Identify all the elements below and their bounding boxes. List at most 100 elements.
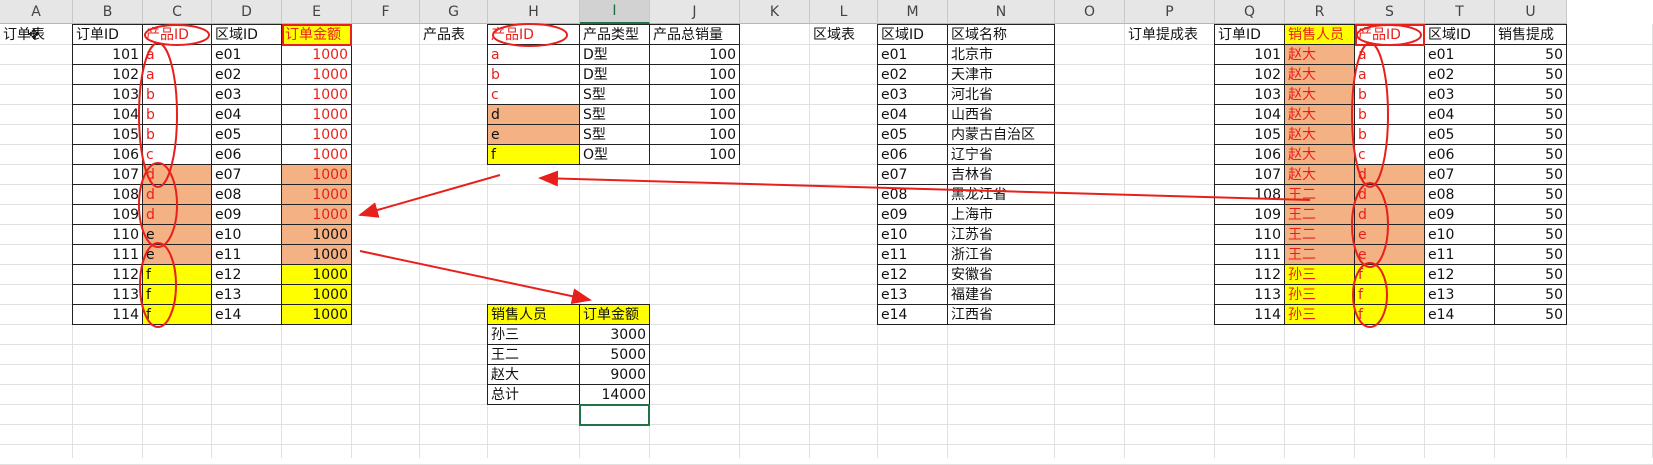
order-region-cell[interactable]: e01 bbox=[211, 44, 282, 65]
summary-amount-cell[interactable]: 14000 bbox=[579, 384, 650, 405]
commission-seller-cell[interactable]: 赵大 bbox=[1284, 44, 1355, 65]
product-type-cell[interactable]: D型 bbox=[579, 44, 650, 65]
region-id-cell[interactable]: e02 bbox=[877, 64, 948, 85]
commission-region-cell[interactable]: e01 bbox=[1424, 44, 1495, 65]
commission-table-header[interactable]: 区域ID bbox=[1424, 24, 1495, 45]
commission-order-id-cell[interactable]: 111 bbox=[1214, 244, 1285, 265]
region-id-cell[interactable]: e04 bbox=[877, 104, 948, 125]
commission-value-cell[interactable]: 50 bbox=[1494, 44, 1567, 65]
region-name-cell[interactable]: 黑龙江省 bbox=[947, 184, 1055, 205]
column-header-a[interactable]: A bbox=[0, 0, 73, 24]
order-amount-cell[interactable]: 1000 bbox=[281, 304, 352, 325]
commission-product-cell[interactable]: a bbox=[1354, 64, 1425, 85]
commission-seller-cell[interactable]: 赵大 bbox=[1284, 124, 1355, 145]
commission-value-cell[interactable]: 50 bbox=[1494, 304, 1567, 325]
commission-table-header[interactable]: 销售人员 bbox=[1284, 24, 1355, 45]
region-id-cell[interactable]: e06 bbox=[877, 144, 948, 165]
product-sales-cell[interactable]: 100 bbox=[649, 64, 740, 85]
commission-value-cell[interactable]: 50 bbox=[1494, 284, 1567, 305]
commission-region-cell[interactable]: e06 bbox=[1424, 144, 1495, 165]
commission-table-header[interactable]: 产品ID bbox=[1354, 24, 1425, 45]
order-product-cell[interactable]: b bbox=[142, 124, 212, 145]
product-type-cell[interactable]: S型 bbox=[579, 124, 650, 145]
order-product-cell[interactable]: a bbox=[142, 44, 212, 65]
order-region-cell[interactable]: e02 bbox=[211, 64, 282, 85]
commission-region-cell[interactable]: e05 bbox=[1424, 124, 1495, 145]
column-header-e[interactable]: E bbox=[282, 0, 352, 24]
order-region-cell[interactable]: e09 bbox=[211, 204, 282, 225]
region-name-cell[interactable]: 福建省 bbox=[947, 284, 1055, 305]
order-amount-cell[interactable]: 1000 bbox=[281, 64, 352, 85]
order-id-cell[interactable]: 106 bbox=[72, 144, 143, 165]
column-header-t[interactable]: T bbox=[1425, 0, 1495, 24]
product-table-header[interactable]: 产品总销量 bbox=[649, 24, 740, 45]
commission-order-id-cell[interactable]: 105 bbox=[1214, 124, 1285, 145]
order-product-cell[interactable]: f bbox=[142, 304, 212, 325]
commission-table-header[interactable]: 订单ID bbox=[1214, 24, 1285, 45]
commission-order-id-cell[interactable]: 108 bbox=[1214, 184, 1285, 205]
region-name-cell[interactable]: 辽宁省 bbox=[947, 144, 1055, 165]
order-table-header[interactable]: 产品ID bbox=[142, 24, 212, 45]
column-header-h[interactable]: H bbox=[488, 0, 580, 24]
order-amount-cell[interactable]: 1000 bbox=[281, 124, 352, 145]
column-header-g[interactable]: G bbox=[420, 0, 488, 24]
order-region-cell[interactable]: e14 bbox=[211, 304, 282, 325]
order-id-cell[interactable]: 111 bbox=[72, 244, 143, 265]
commission-region-cell[interactable]: e02 bbox=[1424, 64, 1495, 85]
commission-seller-cell[interactable]: 赵大 bbox=[1284, 164, 1355, 185]
order-id-cell[interactable]: 101 bbox=[72, 44, 143, 65]
order-product-cell[interactable]: b bbox=[142, 84, 212, 105]
commission-value-cell[interactable]: 50 bbox=[1494, 84, 1567, 105]
commission-product-cell[interactable]: c bbox=[1354, 144, 1425, 165]
order-amount-cell[interactable]: 1000 bbox=[281, 84, 352, 105]
commission-product-cell[interactable]: b bbox=[1354, 104, 1425, 125]
commission-value-cell[interactable]: 50 bbox=[1494, 104, 1567, 125]
order-table-header[interactable]: 订单ID bbox=[72, 24, 143, 45]
product-sales-cell[interactable]: 100 bbox=[649, 104, 740, 125]
product-table-title[interactable]: 产品表 bbox=[420, 25, 488, 45]
region-id-cell[interactable]: e14 bbox=[877, 304, 948, 325]
order-amount-cell[interactable]: 1000 bbox=[281, 104, 352, 125]
order-region-cell[interactable]: e05 bbox=[211, 124, 282, 145]
commission-region-cell[interactable]: e09 bbox=[1424, 204, 1495, 225]
commission-product-cell[interactable]: f bbox=[1354, 284, 1425, 305]
commission-seller-cell[interactable]: 王二 bbox=[1284, 184, 1355, 205]
summary-name-cell[interactable]: 总计 bbox=[487, 384, 580, 405]
region-id-cell[interactable]: e11 bbox=[877, 244, 948, 265]
order-id-cell[interactable]: 104 bbox=[72, 104, 143, 125]
order-region-cell[interactable]: e04 bbox=[211, 104, 282, 125]
commission-order-id-cell[interactable]: 114 bbox=[1214, 304, 1285, 325]
region-name-cell[interactable]: 河北省 bbox=[947, 84, 1055, 105]
summary-amount-cell[interactable]: 5000 bbox=[579, 344, 650, 365]
product-type-cell[interactable]: D型 bbox=[579, 64, 650, 85]
column-header-n[interactable]: N bbox=[948, 0, 1055, 24]
summary-name-cell[interactable]: 孙三 bbox=[487, 324, 580, 345]
commission-product-cell[interactable]: e bbox=[1354, 244, 1425, 265]
region-name-cell[interactable]: 江西省 bbox=[947, 304, 1055, 325]
region-table-title[interactable]: 区域表 bbox=[810, 25, 878, 45]
region-name-cell[interactable]: 山西省 bbox=[947, 104, 1055, 125]
order-id-cell[interactable]: 113 bbox=[72, 284, 143, 305]
product-id-cell[interactable]: e bbox=[487, 124, 580, 145]
order-product-cell[interactable]: c bbox=[142, 144, 212, 165]
summary-amount-cell[interactable]: 3000 bbox=[579, 324, 650, 345]
commission-order-id-cell[interactable]: 112 bbox=[1214, 264, 1285, 285]
commission-order-id-cell[interactable]: 107 bbox=[1214, 164, 1285, 185]
column-header-f[interactable]: F bbox=[352, 0, 420, 24]
column-header-b[interactable]: B bbox=[73, 0, 143, 24]
commission-product-cell[interactable]: b bbox=[1354, 124, 1425, 145]
region-id-cell[interactable]: e08 bbox=[877, 184, 948, 205]
order-product-cell[interactable]: f bbox=[142, 264, 212, 285]
commission-table-title[interactable]: 订单提成表 bbox=[1125, 25, 1215, 45]
order-product-cell[interactable]: e bbox=[142, 244, 212, 265]
region-id-cell[interactable]: e05 bbox=[877, 124, 948, 145]
order-product-cell[interactable]: d bbox=[142, 204, 212, 225]
commission-order-id-cell[interactable]: 109 bbox=[1214, 204, 1285, 225]
commission-seller-cell[interactable]: 王二 bbox=[1284, 204, 1355, 225]
order-region-cell[interactable]: e03 bbox=[211, 84, 282, 105]
commission-region-cell[interactable]: e08 bbox=[1424, 184, 1495, 205]
order-amount-cell[interactable]: 1000 bbox=[281, 44, 352, 65]
product-table-header[interactable]: 产品ID bbox=[487, 24, 580, 45]
region-table-header[interactable]: 区域ID bbox=[877, 24, 948, 45]
order-id-cell[interactable]: 103 bbox=[72, 84, 143, 105]
